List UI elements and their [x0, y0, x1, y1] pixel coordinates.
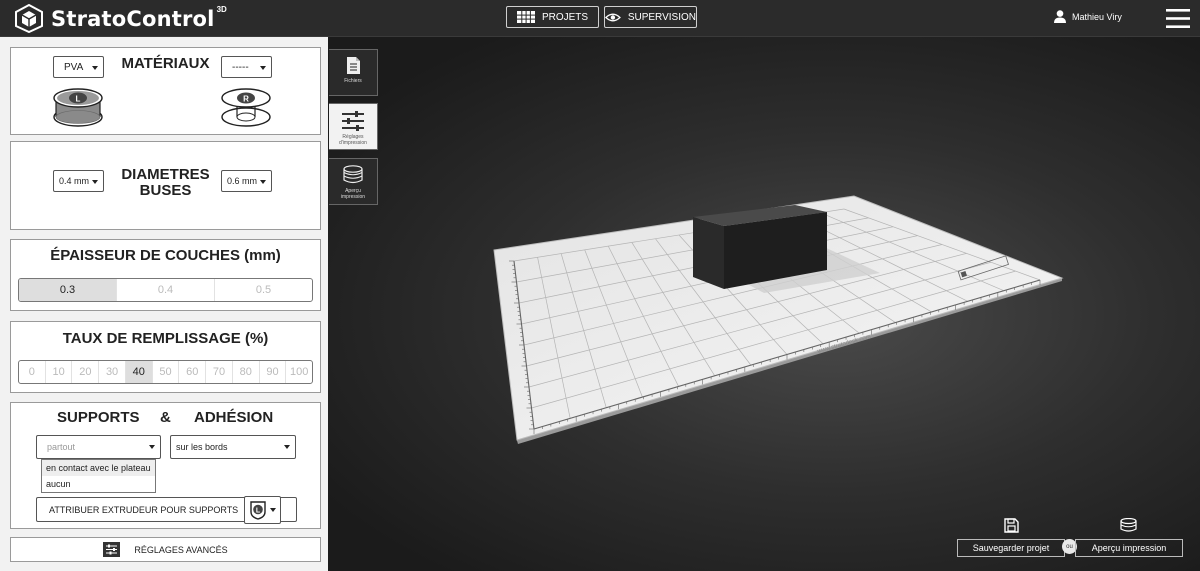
right-spool-letter: R	[243, 95, 249, 104]
tab-print-settings[interactable]: Réglages d'impression	[329, 103, 378, 150]
top-bar: StratoControl 3D PROJETS SUPERVISION Mat…	[0, 0, 1200, 37]
layers-icon	[343, 165, 363, 184]
user-icon	[1054, 10, 1066, 23]
advanced-settings-label: RÉGLAGES AVANCÉS	[134, 544, 228, 555]
infill-option[interactable]: 80	[233, 361, 260, 383]
chevron-down-icon	[149, 445, 155, 449]
infill-option[interactable]: 90	[260, 361, 287, 383]
tab-print-preview[interactable]: Aperçu impression	[329, 158, 378, 205]
hamburger-menu-icon[interactable]	[1166, 9, 1190, 28]
support-type-dropdown: en contact avec le plateau aucun	[41, 459, 156, 493]
tab-files-label: Fichiers	[344, 78, 362, 84]
support-type-value: partout	[47, 442, 76, 452]
infill-option[interactable]: 100	[286, 361, 312, 383]
infill-option[interactable]: 10	[46, 361, 73, 383]
infill-option[interactable]: 70	[206, 361, 233, 383]
save-project-button[interactable]: Sauvegarder projet	[957, 539, 1065, 557]
infill-selector[interactable]: 0 10 20 30 40 50 60 70 80 90 100	[18, 360, 313, 384]
chevron-down-icon	[270, 508, 276, 512]
file-icon	[346, 57, 360, 74]
user-name: Mathieu Viry	[1072, 11, 1122, 22]
left-spool-letter: L	[76, 95, 81, 104]
supports-title-right: ADHÉSION	[194, 409, 274, 426]
support-option-none[interactable]: aucun	[42, 476, 155, 492]
support-option-contact[interactable]: en contact avec le plateau	[42, 460, 155, 476]
sliders-icon	[342, 111, 364, 131]
grid-icon	[516, 11, 535, 23]
layer-height-selector[interactable]: 0.3 0.4 0.5	[18, 278, 313, 302]
or-label: ou	[1066, 543, 1073, 550]
app-superscript: 3D	[216, 5, 227, 14]
layer-height-card: ÉPAISSEUR DE COUCHES (mm) 0.3 0.4 0.5	[10, 239, 321, 311]
tab-print-settings-label-2: d'impression	[339, 140, 367, 146]
infill-title: TAUX DE REMPLISSAGE (%)	[62, 330, 269, 347]
materials-card: MATÉRIAUX PVA ----- L R	[10, 47, 321, 135]
right-nozzle-select[interactable]: 0.6 mm	[221, 170, 272, 192]
infill-card: TAUX DE REMPLISSAGE (%) 0 10 20 30 40 50 60 70 8…	[10, 321, 321, 393]
print-preview-button[interactable]: Aperçu impression	[1075, 539, 1183, 557]
left-material-select[interactable]: PVA	[53, 56, 104, 78]
settings-panel: MATÉRIAUX PVA ----- L R DIAMETRES BUSES …	[0, 37, 328, 571]
supervision-button[interactable]: SUPERVISION	[604, 6, 697, 28]
infill-option[interactable]: 50	[153, 361, 180, 383]
projets-label: PROJETS	[541, 11, 589, 23]
build-plate[interactable]: www.stratodesk.com	[328, 37, 1200, 571]
cube-logo-icon	[15, 4, 43, 33]
infill-option[interactable]: 20	[72, 361, 100, 383]
save-icon	[1004, 518, 1019, 533]
preview-layers-icon	[1120, 518, 1137, 532]
layer-height-title: ÉPAISSEUR DE COUCHES (mm)	[50, 247, 281, 264]
chevron-down-icon	[92, 66, 98, 70]
right-material-select[interactable]: -----	[221, 56, 272, 78]
chevron-down-icon	[284, 445, 290, 449]
left-material-value: PVA	[64, 61, 84, 73]
user-menu[interactable]: Mathieu Viry	[1054, 10, 1122, 23]
advanced-settings-button[interactable]: RÉGLAGES AVANCÉS	[10, 537, 321, 562]
app-logo[interactable]: StratoControl 3D	[14, 4, 227, 33]
eye-icon	[605, 13, 621, 21]
infill-option[interactable]: 0	[19, 361, 46, 383]
supports-card: SUPPORTS & ADHÉSION partout en contact a…	[10, 402, 321, 529]
nozzles-card: DIAMETRES BUSES 0.4 mm 0.6 mm	[10, 141, 321, 230]
adhesion-value: sur les bords	[176, 442, 228, 452]
extruder-select[interactable]: L	[244, 496, 281, 524]
3d-viewport[interactable]: www.stratodesk.com	[328, 37, 1200, 571]
left-nozzle-select[interactable]: 0.4 mm	[53, 170, 104, 192]
right-material-value: -----	[232, 61, 249, 73]
right-spool-icon: R	[220, 86, 272, 128]
layer-height-option[interactable]: 0.4	[117, 279, 215, 301]
tab-files[interactable]: Fichiers	[329, 49, 378, 96]
infill-option[interactable]: 60	[179, 361, 207, 383]
right-nozzle-value: 0.6 mm	[227, 176, 258, 186]
support-type-select[interactable]: partout	[36, 435, 161, 459]
extruder-shield-icon: L	[250, 501, 266, 520]
extruder-for-supports-label: ATTRIBUER EXTRUDEUR POUR SUPPORTS	[49, 504, 239, 515]
adhesion-select[interactable]: sur les bords	[170, 435, 296, 459]
chevron-down-icon	[92, 180, 98, 184]
tab-print-preview-label-2: impression	[340, 194, 366, 200]
supports-title-left: SUPPORTS	[57, 409, 140, 426]
chevron-down-icon	[260, 66, 266, 70]
left-nozzle-value: 0.4 mm	[59, 176, 90, 186]
layer-height-option[interactable]: 0.3	[19, 279, 117, 301]
print-preview-label: Aperçu impression	[1091, 543, 1167, 553]
supports-title-amp: &	[160, 409, 171, 426]
projets-button[interactable]: PROJETS	[506, 6, 599, 28]
extruder-letter: L	[256, 507, 261, 514]
supervision-label: SUPERVISION	[627, 11, 696, 23]
extruder-for-supports-field[interactable]: ATTRIBUER EXTRUDEUR POUR SUPPORTS L	[36, 496, 297, 524]
infill-option[interactable]: 30	[99, 361, 126, 383]
app-name: StratoControl	[51, 6, 215, 31]
layer-height-option[interactable]: 0.5	[215, 279, 312, 301]
left-spool-icon: L	[52, 86, 104, 128]
infill-option[interactable]: 40	[125, 361, 153, 383]
advanced-settings-icon	[103, 542, 121, 557]
chevron-down-icon	[260, 180, 266, 184]
save-project-label: Sauvegarder projet	[972, 543, 1050, 553]
